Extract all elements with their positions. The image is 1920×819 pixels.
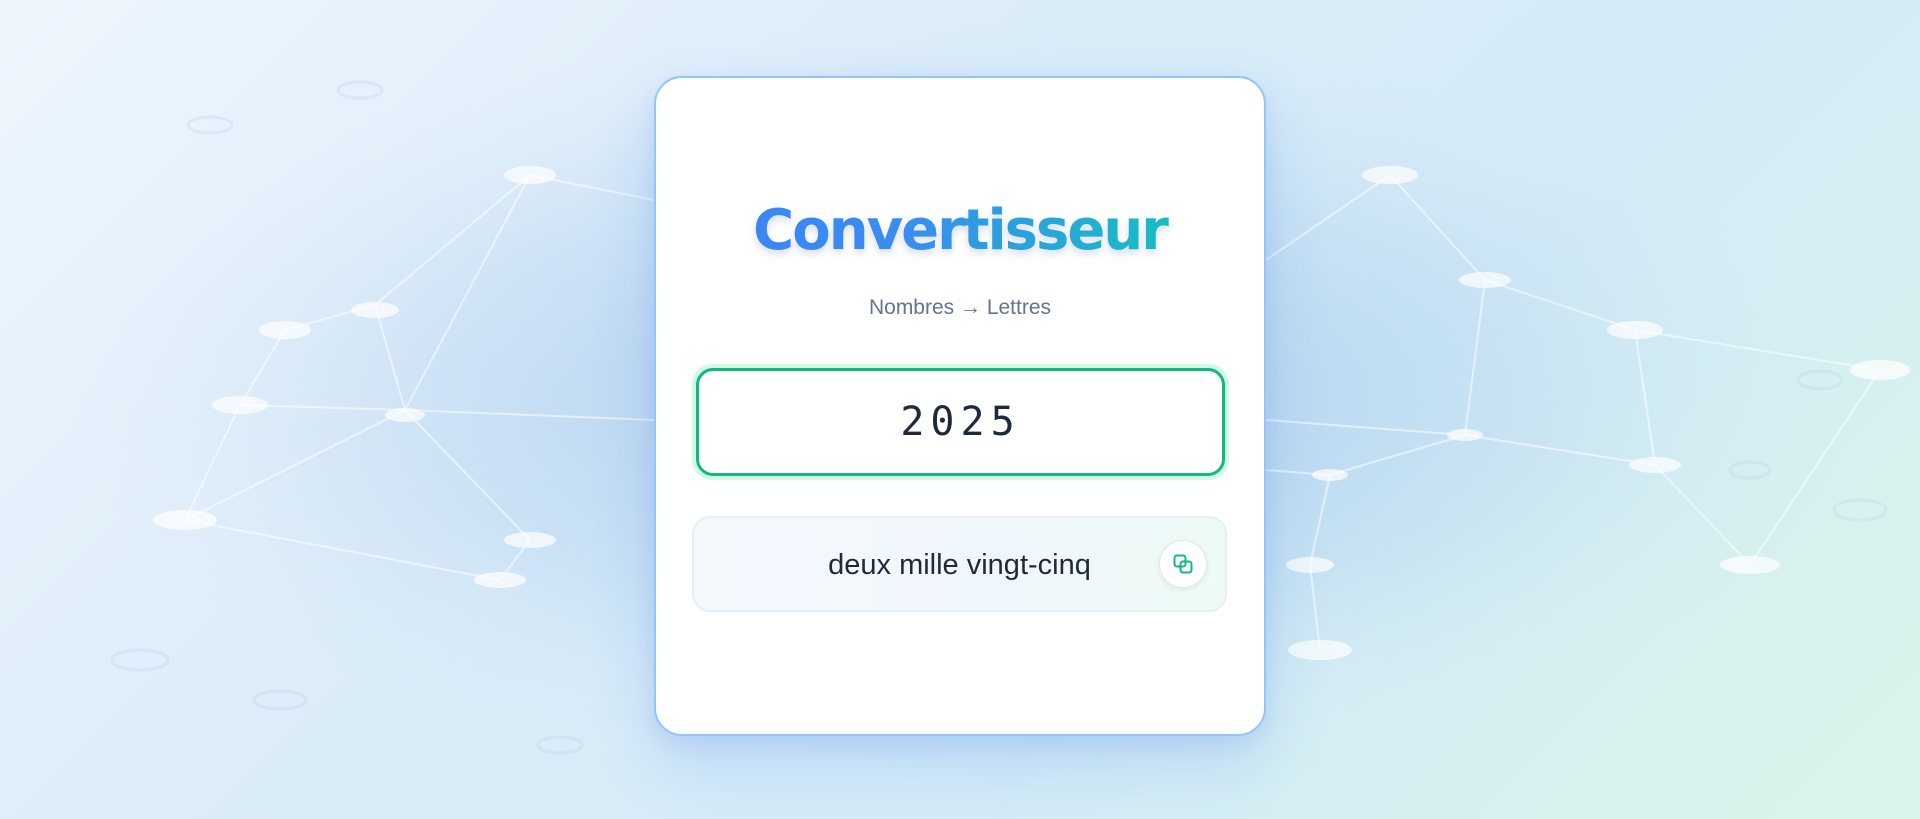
result-text: deux mille vingt-cinq [828, 549, 1091, 581]
page-subtitle: Nombres → Lettres [868, 296, 1052, 319]
copy-icon [1171, 552, 1195, 576]
number-input[interactable] [696, 368, 1225, 476]
number-input-focus-ring [692, 364, 1229, 480]
result-box: deux mille vingt-cinq [692, 516, 1227, 612]
copy-button[interactable] [1159, 540, 1207, 588]
title-container: Convertisseur [654, 196, 1266, 266]
page-title: Convertisseur [654, 196, 1266, 266]
